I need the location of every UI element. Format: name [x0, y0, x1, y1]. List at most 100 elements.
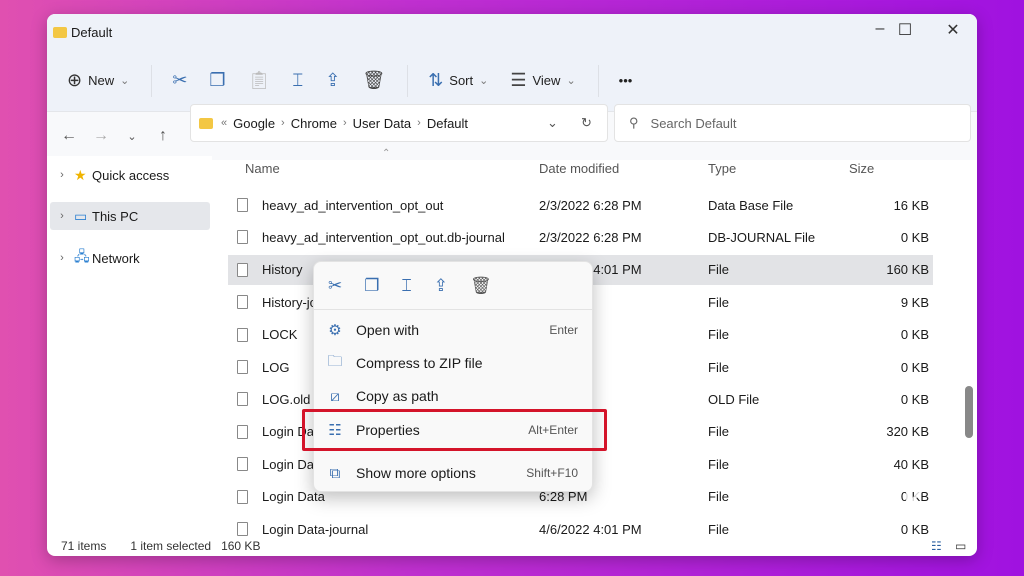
close-button[interactable]: ✕	[938, 20, 968, 40]
address-bar[interactable]: « Google › Chrome › User Data › Default ⌄ ↻	[190, 104, 608, 142]
context-menu: ✂ ❐ ⌶ ⇪ 🗑︎ ⚙ Open with Enter 🗀 Compress t…	[313, 261, 593, 492]
file-name: History	[262, 262, 303, 278]
copy-icon: ❐	[209, 70, 226, 90]
paste-button[interactable]: 📋︎	[248, 70, 271, 91]
zip-icon: 🗀	[327, 352, 343, 370]
file-type: DB-JOURNAL File	[708, 229, 816, 245]
more-button[interactable]: •••	[619, 73, 633, 88]
share-button[interactable]: ⇪	[325, 70, 340, 91]
tiles-view-icon[interactable]: ▭	[955, 539, 966, 553]
file-icon	[237, 262, 248, 277]
maximize-button[interactable]: ☐	[890, 20, 920, 40]
file-name: Login Data	[262, 489, 325, 505]
file-icon	[237, 489, 248, 504]
scissors-icon: ✂	[172, 70, 188, 90]
column-header-type[interactable]: Type	[708, 161, 736, 176]
window-title: Default	[71, 24, 113, 40]
copy-icon[interactable]: ❐	[364, 276, 379, 296]
file-icon	[237, 457, 248, 472]
file-name: heavy_ad_intervention_opt_out.db-journal	[262, 229, 505, 245]
column-header-date[interactable]: Date modified	[539, 161, 619, 176]
file-name: LOCK	[262, 327, 298, 343]
delete-icon[interactable]: 🗑︎	[470, 276, 492, 296]
file-row[interactable]: heavy_ad_intervention_opt_out 2/3/2022 6…	[228, 190, 933, 220]
up-arrow-icon[interactable]: ↑	[147, 127, 179, 145]
sort-icon: ⇅	[428, 70, 444, 90]
sidebar-item-network[interactable]: › 🖧︎ Network	[50, 244, 210, 272]
rename-icon[interactable]: ⌶	[402, 276, 412, 296]
file-size: 0 KB	[900, 327, 929, 343]
file-size: 320 KB	[886, 424, 929, 440]
search-input[interactable]: ⚲ Search Default	[614, 104, 971, 142]
file-size: 9 KB	[900, 294, 929, 310]
file-type: File	[708, 424, 729, 440]
cut-button[interactable]: ✂	[172, 70, 187, 91]
new-button[interactable]: ⊕ New ⌄	[67, 70, 129, 91]
star-icon: ★	[74, 166, 87, 183]
file-date: 2/3/2022 6:28 PM	[539, 229, 642, 245]
file-size: 0 KB	[900, 359, 929, 375]
file-size: 40 KB	[893, 456, 929, 472]
menu-item-compress-to-zip-file[interactable]: 🗀 Compress to ZIP file	[314, 347, 592, 379]
file-name: Login Data-journal	[262, 521, 369, 537]
status-bar: 71 items 1 item selected 160 KB ☷ ▭	[61, 539, 967, 553]
file-type: File	[708, 294, 729, 310]
menu-item-open-with[interactable]: ⚙ Open with Enter	[314, 314, 592, 346]
menu-item-show-more-options[interactable]: ⧉ Show more options Shift+F10	[314, 457, 592, 489]
highlight-box	[302, 409, 607, 451]
details-view-icon[interactable]: ☷	[931, 539, 942, 553]
share-icon[interactable]: ⇪	[434, 276, 448, 296]
delete-button[interactable]: 🗑︎	[362, 70, 385, 91]
more-options-icon: ⧉	[329, 464, 341, 482]
file-type: OLD File	[708, 391, 760, 407]
file-icon	[237, 424, 248, 439]
sort-up-icon: ⌃	[382, 148, 391, 159]
file-row[interactable]: heavy_ad_intervention_opt_out.db-journal…	[228, 222, 933, 252]
file-date: 2/3/2022 6:28 PM	[539, 197, 642, 213]
breadcrumb-google[interactable]: Google	[233, 116, 275, 131]
file-size: 0 KB	[900, 229, 929, 245]
sort-button[interactable]: ⇅ Sort ⌄	[428, 70, 488, 91]
file-size: 16 KB	[893, 197, 929, 213]
file-type: File	[708, 489, 729, 505]
file-icon	[237, 522, 248, 536]
breadcrumb-user-data[interactable]: User Data	[353, 116, 412, 131]
scrollbar-thumb[interactable]	[965, 386, 973, 438]
view-icon: ☰	[510, 70, 527, 90]
column-header-name[interactable]: Name	[245, 161, 280, 176]
file-icon	[237, 360, 248, 374]
file-name: LOG.old	[262, 391, 311, 407]
monitor-icon: ▭	[74, 207, 88, 224]
file-type: File	[708, 456, 729, 472]
network-icon: 🖧︎	[74, 248, 90, 264]
copy-path-icon: ⧄	[330, 387, 340, 405]
trash-icon: 🗑︎	[362, 70, 386, 90]
cut-icon[interactable]: ✂	[328, 276, 342, 296]
folder-icon	[199, 117, 213, 129]
file-type: Data Base File	[708, 197, 794, 213]
file-type: File	[708, 521, 729, 537]
forward-arrow-icon[interactable]: →	[85, 127, 117, 145]
sidebar-item-this-pc[interactable]: › ▭ This PC	[50, 202, 210, 230]
search-icon: ⚲	[629, 115, 639, 130]
breadcrumb-default[interactable]: Default	[427, 116, 468, 131]
column-header-size[interactable]: Size	[849, 161, 874, 176]
rename-button[interactable]: ⌶	[292, 70, 303, 91]
title-bar: Default – ☐ ✕	[47, 14, 977, 50]
share-icon: ⇪	[325, 70, 341, 90]
recent-chevron-icon[interactable]: ⌄	[117, 130, 147, 143]
watermark-logo: ᴷ	[905, 486, 924, 530]
view-button[interactable]: ☰ View ⌄	[510, 70, 575, 91]
toolbar: ⊕ New ⌄ ✂ ❐ 📋︎ ⌶ ⇪ 🗑︎ ⇅ Sort ⌄ ☰ View ⌄ •••	[47, 50, 977, 112]
file-name: LOG	[262, 359, 290, 375]
breadcrumb-chrome[interactable]: Chrome	[291, 116, 337, 131]
menu-item-copy-as-path[interactable]: ⧄ Copy as path	[314, 380, 592, 412]
plus-circle-icon: ⊕	[67, 70, 83, 90]
chevron-down-icon[interactable]: ⌄	[547, 115, 558, 131]
back-arrow-icon[interactable]: ←	[53, 127, 85, 145]
sidebar-item-quick-access[interactable]: › ★ Quick access	[50, 161, 210, 189]
copy-button[interactable]: ❐	[209, 70, 225, 91]
file-type: File	[708, 359, 729, 375]
file-size: 0 KB	[900, 391, 929, 407]
refresh-icon[interactable]: ↻	[581, 115, 592, 131]
